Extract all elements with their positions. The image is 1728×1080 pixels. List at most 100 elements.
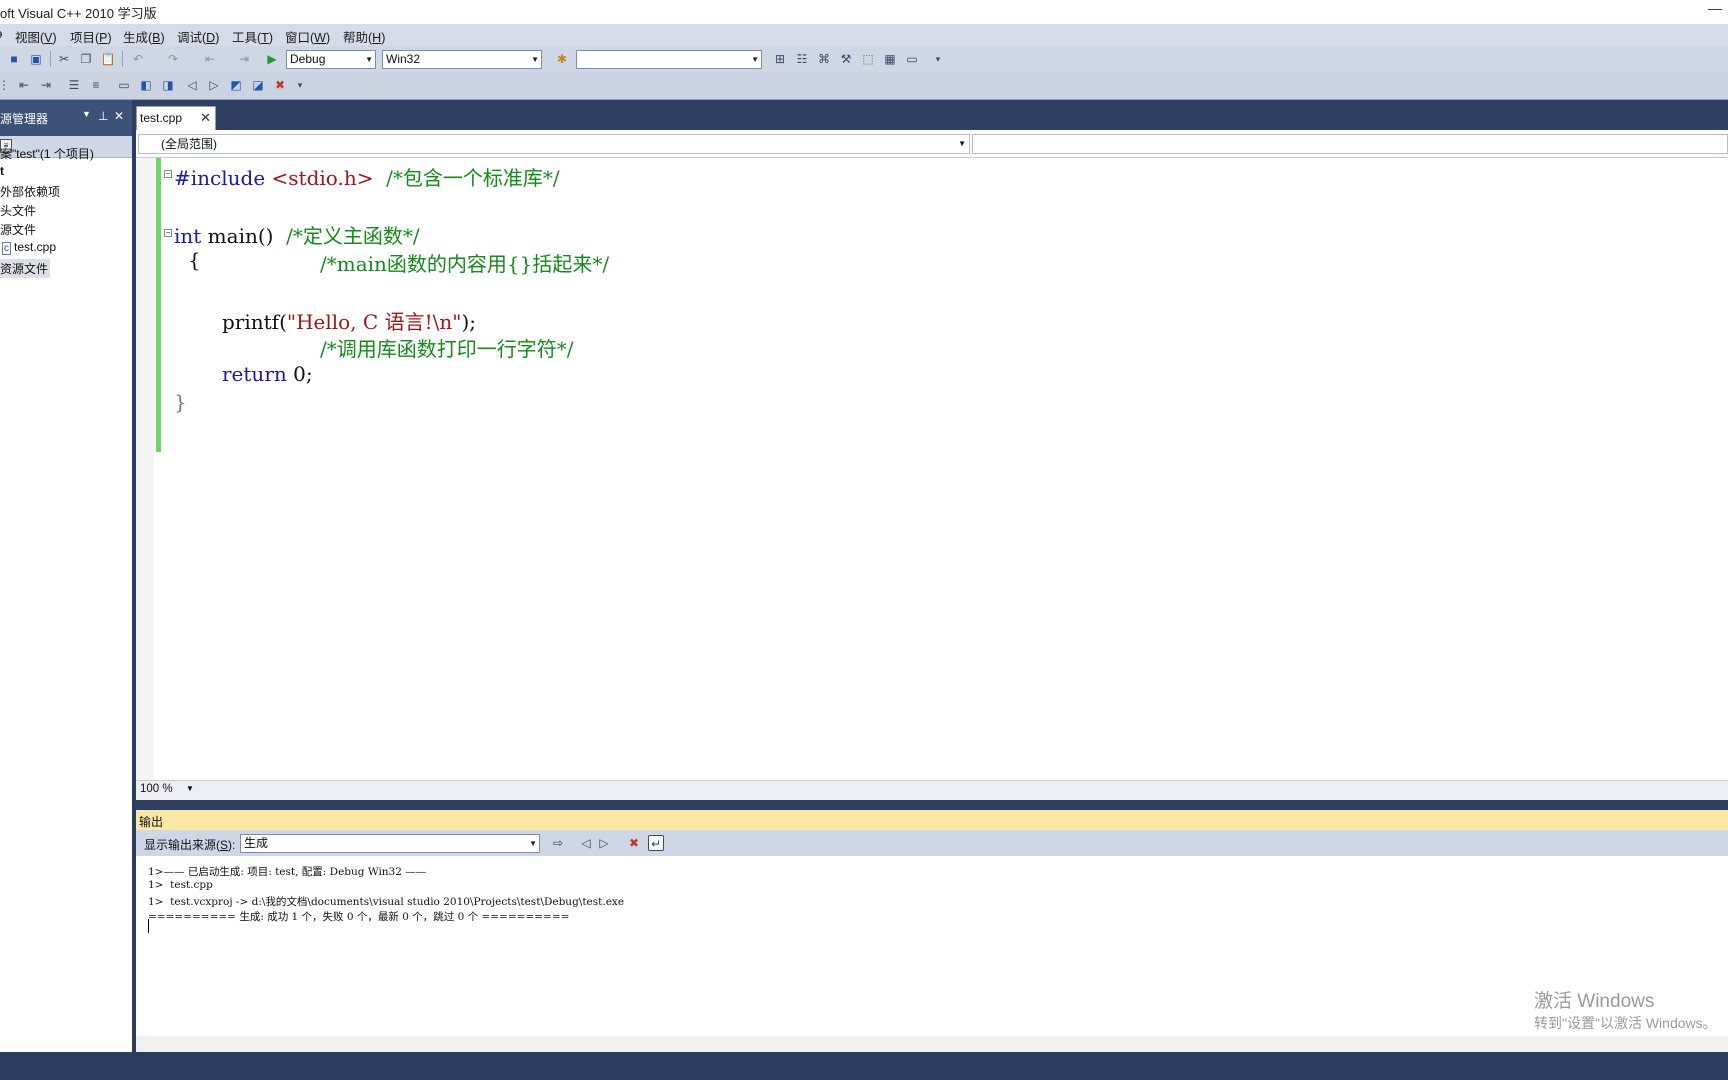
chevron-down-icon: ▼ — [751, 55, 759, 64]
close-icon[interactable]: ✕ — [114, 109, 124, 123]
navigate-back-icon[interactable]: ⇤ — [202, 51, 218, 67]
config-combo[interactable]: Debug ▼ — [286, 50, 376, 69]
solution-explorer-title: 源管理器 — [0, 112, 49, 126]
title-bar: oft Visual C++ 2010 学习版 — — [0, 0, 1728, 24]
zoom-bar: 100 % ▼ — [136, 780, 1728, 800]
solution-explorer: 源管理器 ▼ ⊥ ✕ ≡ 案"test"(1 个项目) t 外部依赖项 头文件 … — [0, 100, 132, 1052]
chevron-down-icon[interactable]: ▼ — [82, 109, 91, 119]
extension-manager-icon[interactable]: ▦ — [882, 51, 898, 67]
uncomment-lines-icon[interactable]: ≡ — [88, 77, 104, 93]
tab-label: test.cpp — [140, 111, 183, 125]
activation-watermark-subtitle: 转到"设置"以激活 Windows。 — [1534, 1015, 1717, 1031]
close-icon[interactable]: ✕ — [200, 110, 211, 126]
menu-view[interactable]: 视图(V) — [15, 27, 57, 46]
tree-item-external-deps[interactable]: 外部依赖项 — [0, 183, 60, 200]
menu-window[interactable]: 窗口(W) — [285, 27, 330, 46]
toolbar-options-icon[interactable]: ▾ — [292, 77, 308, 93]
tree-item-test-cpp[interactable]: c test.cpp — [2, 240, 56, 255]
next-bookmark-icon[interactable]: ◨ — [160, 77, 176, 93]
toolbar-options-icon[interactable]: ▾ — [930, 51, 946, 67]
code-line-brace-open: { — [188, 248, 201, 272]
chevron-down-icon: ▼ — [365, 55, 373, 64]
find-in-files-icon[interactable]: ✱ — [554, 51, 570, 67]
menu-debug[interactable]: 调试(D) — [177, 27, 219, 46]
menu-tools[interactable]: 工具(T) — [232, 27, 273, 46]
command-window-icon[interactable]: ▭ — [904, 51, 920, 67]
paste-icon[interactable]: 📋 — [100, 51, 116, 67]
navigation-bar: (全局范围) ▼ — [136, 130, 1728, 158]
prev-bookmark-doc-icon[interactable]: ◩ — [228, 77, 244, 93]
chevron-down-icon: ▼ — [958, 139, 966, 148]
prev-bookmark-icon[interactable]: ◧ — [138, 77, 154, 93]
clear-all-icon[interactable]: ✖ — [626, 835, 642, 851]
play-icon[interactable]: ▶ — [264, 51, 280, 67]
output-line: 1>—— 已启动生成: 项目: test, 配置: Debug Win32 —— — [148, 866, 427, 878]
pin-icon[interactable]: ⊥ — [98, 109, 108, 123]
code-editor[interactable]: − − #include <stdio.h> /*包含一个标准库*/ int m… — [136, 158, 1728, 780]
decrease-indent-icon[interactable]: ⇤ — [16, 77, 32, 93]
platform-combo[interactable]: Win32 ▼ — [382, 50, 542, 69]
tree-item-header-files[interactable]: 头文件 — [0, 202, 36, 219]
next-message-icon[interactable]: ▷ — [596, 835, 612, 851]
properties-icon[interactable]: ☷ — [794, 51, 810, 67]
go-to-line-icon[interactable]: ⇨ — [550, 835, 566, 851]
navigate-forward-icon[interactable]: ⇥ — [236, 51, 252, 67]
undo-icon[interactable]: ↶ — [130, 51, 146, 67]
code-line-brace-close: } — [174, 390, 187, 414]
tree-item-resource-files[interactable]: 资源文件 — [0, 259, 51, 278]
prev-bookmark-folder-icon[interactable]: ◁ — [184, 77, 200, 93]
next-bookmark-folder-icon[interactable]: ▷ — [206, 77, 222, 93]
collapse-icon[interactable]: − — [164, 229, 172, 237]
output-title: 输出 — [139, 815, 164, 829]
word-wrap-icon[interactable]: ↵ — [648, 835, 664, 851]
chevron-down-icon[interactable]: ▼ — [186, 784, 194, 793]
tab-test-cpp[interactable]: test.cpp ✕ — [136, 106, 216, 130]
scope-combo[interactable]: (全局范围) ▼ — [138, 134, 970, 154]
menu-project[interactable]: 项目(P) — [70, 27, 112, 46]
member-list-icon[interactable]: ⋮ — [0, 77, 12, 93]
start-page-icon[interactable]: ⬚ — [860, 51, 876, 67]
activation-watermark-title: 激活 Windows — [1534, 991, 1655, 1012]
code-line-printf-comment: /*调用库函数打印一行字符*/ — [320, 337, 574, 361]
minimize-button[interactable]: — — [1708, 0, 1722, 16]
toolbox-icon[interactable]: ⚒ — [838, 51, 854, 67]
project-node[interactable]: t — [0, 164, 4, 178]
cut-icon[interactable]: ✂ — [56, 51, 72, 67]
zoom-level[interactable]: 100 % — [140, 783, 173, 795]
change-tracking-bar — [156, 158, 161, 452]
next-bookmark-doc-icon[interactable]: ◪ — [250, 77, 266, 93]
menu-file[interactable]: э — [0, 27, 2, 41]
output-source-combo[interactable]: 生成 ▼ — [240, 834, 540, 853]
platform-value: Win32 — [386, 52, 421, 66]
solution-explorer-icon[interactable]: ⊞ — [772, 51, 788, 67]
panel-splitter[interactable] — [136, 800, 1728, 810]
menu-build[interactable]: 生成(B) — [123, 27, 165, 46]
prev-message-icon[interactable]: ◁ — [578, 835, 594, 851]
menu-help[interactable]: 帮助(H) — [343, 27, 385, 46]
tree-item-source-files[interactable]: 源文件 — [0, 221, 36, 238]
bookmark-icon[interactable]: ▭ — [116, 77, 132, 93]
separator — [50, 51, 51, 67]
comment-lines-icon[interactable]: ☰ — [66, 77, 82, 93]
code-line-brace-comment: /*main函数的内容用{}括起来*/ — [320, 252, 610, 276]
find-combo[interactable]: ▼ — [576, 50, 762, 69]
member-combo[interactable] — [972, 134, 1728, 154]
code-line-printf: printf("Hello, C 语言!\n"); — [222, 310, 476, 334]
increase-indent-icon[interactable]: ⇥ — [38, 77, 54, 93]
output-text[interactable]: 1>—— 已启动生成: 项目: test, 配置: Debug Win32 ——… — [136, 856, 1728, 1036]
output-line: 1> test.vcxproj -> d:\我的文档\documents\vis… — [148, 896, 625, 908]
save-all-icon[interactable]: ▣ — [28, 51, 44, 67]
chevron-down-icon: ▼ — [531, 55, 539, 64]
redo-icon[interactable]: ↷ — [165, 51, 181, 67]
output-source-label: 显示输出来源(S): — [144, 838, 236, 852]
save-icon[interactable]: ■ — [6, 51, 22, 67]
collapse-icon[interactable]: − — [164, 170, 172, 178]
solution-node[interactable]: 案"test"(1 个项目) — [0, 145, 94, 162]
output-scrollbar[interactable] — [136, 1036, 1728, 1052]
cpp-file-icon: c — [2, 242, 11, 255]
solution-explorer-header: 源管理器 ▼ ⊥ ✕ — [0, 100, 132, 136]
copy-icon[interactable]: ❐ — [78, 51, 94, 67]
output-toolbar: 显示输出来源(S): 生成 ▼ ⇨ ◁ ▷ ✖ ↵ — [136, 830, 1728, 856]
clear-bookmarks-icon[interactable]: ✖ — [272, 77, 288, 93]
object-browser-icon[interactable]: ⌘ — [816, 51, 832, 67]
